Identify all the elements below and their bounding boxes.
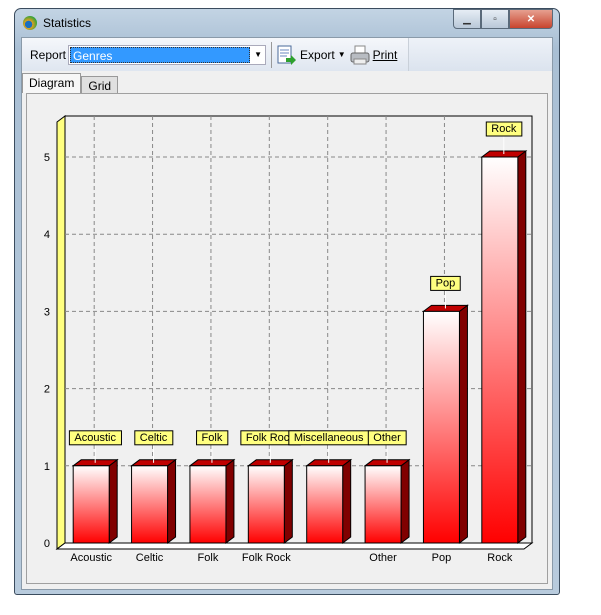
x-tick-label: Celtic [136, 552, 164, 564]
y-tick-label: 2 [44, 384, 50, 396]
x-tick-label: Pop [432, 552, 452, 564]
plot-left-wall [56, 115, 66, 550]
data-label-text: Celtic [140, 432, 168, 444]
data-label-text: Folk Rock [246, 432, 295, 444]
bar-celtic [131, 465, 169, 544]
y-tick-label: 0 [44, 538, 50, 550]
bar-folk-rock [247, 465, 285, 544]
y-tick-label: 1 [44, 461, 50, 473]
x-tick-label: Folk Rock [242, 552, 291, 564]
y-tick-label: 4 [44, 229, 50, 241]
plot-floor [55, 542, 534, 550]
data-label-text: Rock [491, 123, 517, 135]
bar-acoustic [72, 465, 110, 544]
data-label-text: Pop [436, 277, 456, 289]
y-tick-label: 5 [44, 152, 50, 164]
bar-miscellaneous [306, 465, 344, 544]
bar-side [517, 150, 527, 544]
x-tick-label: Other [369, 552, 397, 564]
data-label-text: Acoustic [74, 432, 116, 444]
bar-chart: 0 1 2 3 4 5 Acoustic Acoustic Celtic Celtic Folk Fo… [44, 115, 534, 564]
bar-side [342, 458, 352, 544]
bar-side [167, 458, 177, 544]
x-tick-label: Folk [198, 552, 219, 564]
data-label-text: Miscellaneous [294, 432, 364, 444]
y-tick-label: 3 [44, 306, 50, 318]
bar-side [283, 458, 293, 544]
bar-rock [481, 156, 519, 544]
bar-side [225, 458, 235, 544]
bar-pop [422, 310, 460, 544]
bar-side [458, 304, 468, 544]
x-tick-label: Acoustic [70, 552, 112, 564]
bar-side [108, 458, 118, 544]
x-tick-label: Rock [487, 552, 513, 564]
bar-other [364, 465, 402, 544]
data-label-text: Other [373, 432, 401, 444]
data-label-text: Folk [202, 432, 223, 444]
bar-side [400, 458, 410, 544]
bar-folk [189, 465, 227, 544]
